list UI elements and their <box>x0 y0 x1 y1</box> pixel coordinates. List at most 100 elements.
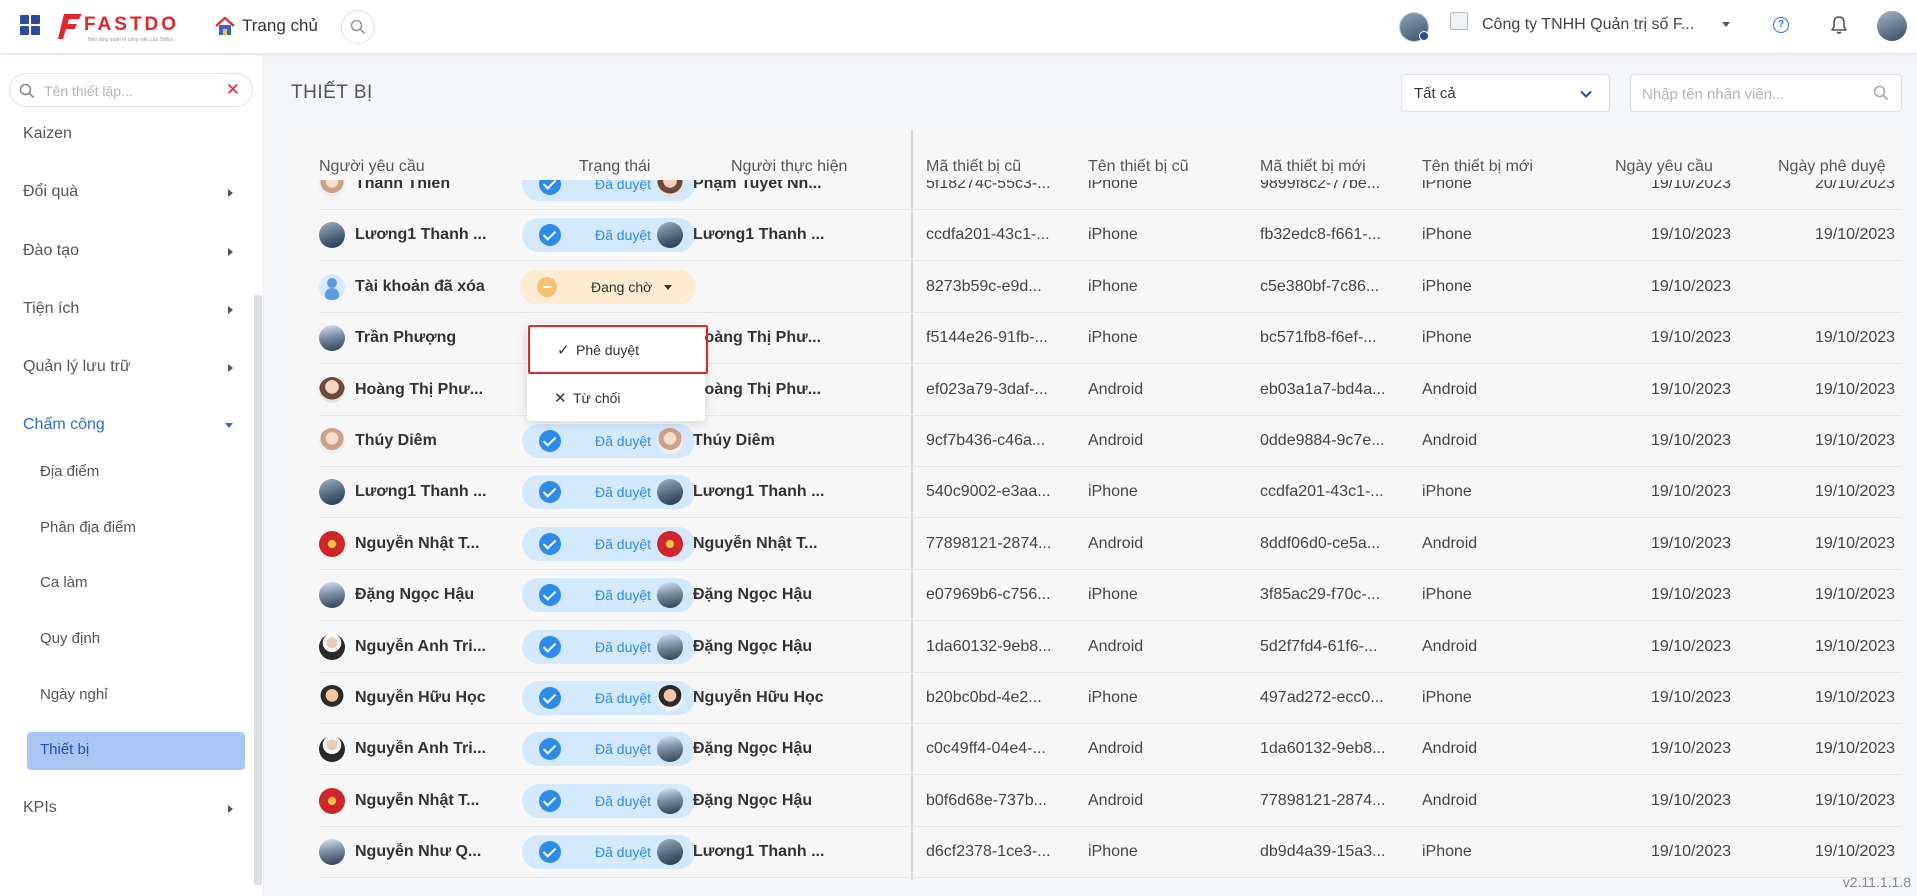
executor-name[interactable]: Đặng Ngọc Hậu <box>693 638 838 656</box>
table-row[interactable]: Thành Thiên Đã duyệt Phạm Tuyết Nh... 5f182… <box>319 180 1902 210</box>
requester-name[interactable]: Nguyễn Nhật T... <box>355 792 495 810</box>
requester-avatar <box>319 685 345 711</box>
executor-name[interactable]: Hoàng Thị Phư... <box>693 381 838 399</box>
sidebar-item-kaizen[interactable]: Kaizen <box>23 122 233 146</box>
column-header[interactable]: Tên thiết bị mới <box>1422 158 1533 176</box>
chevron-right-icon <box>228 306 233 314</box>
column-header[interactable]: Ngày phê duyệ <box>1778 158 1886 176</box>
old-device-name: Android <box>1088 740 1144 758</box>
sidebar-item-doi-qua[interactable]: Đổi quà <box>23 180 233 204</box>
sidebar-subitem-ca-lam[interactable]: Ca làm <box>40 572 88 594</box>
status-filter-select[interactable]: Tất cả <box>1401 74 1610 112</box>
requester-avatar <box>319 180 345 197</box>
table-row[interactable]: Đặng Ngọc Hậu Đã duyệt Đặng Ngọc Hậu e07969… <box>319 570 1902 622</box>
table-row[interactable]: Nguyễn Anh Tri... Đã duyệt Đặng Ngọc Hậu c0… <box>319 724 1902 776</box>
sidebar-subitem-ngay-nghi[interactable]: Ngày nghỉ <box>40 684 108 706</box>
old-device-code: 5f18274c-55c3-... <box>926 180 1051 192</box>
sidebar-item-label: Kaizen <box>23 125 72 142</box>
column-header[interactable]: Người yêu cầu <box>319 158 425 176</box>
notification-bell-icon[interactable] <box>1830 15 1848 35</box>
status-text: Đang chờ <box>591 278 653 295</box>
sidebar-subitem-thiet-bi[interactable]: Thiết bị <box>27 732 245 770</box>
sidebar-search-input[interactable] <box>44 81 224 101</box>
executor-name[interactable]: Nguyễn Nhật T... <box>693 535 838 553</box>
clear-search-icon[interactable]: ✕ <box>226 81 240 99</box>
requester-name[interactable]: Nguyễn Anh Tri... <box>355 740 495 758</box>
sidebar-subitem-dia-diem[interactable]: Địa điểm <box>40 461 99 483</box>
reject-menu-item[interactable]: ✕ Từ chối <box>527 380 705 420</box>
sidebar-item-quan-ly-luu-tru[interactable]: Quản lý lưu trữ <box>23 355 233 379</box>
sidebar-item-kpis[interactable]: KPIs <box>23 796 233 820</box>
new-device-name: Android <box>1422 432 1478 449</box>
column-header[interactable]: Ngày yêu cầu <box>1615 158 1713 176</box>
sidebar-item-tien-ich[interactable]: Tiện ích <box>23 297 233 321</box>
sidebar-item-dao-tao[interactable]: Đào tạo <box>23 239 233 263</box>
company-dropdown-caret-icon[interactable] <box>1722 22 1730 27</box>
executor-name[interactable]: Lương1 Thanh ... <box>693 226 838 244</box>
executor-name[interactable]: Lương1 Thanh ... <box>693 843 838 861</box>
table-row[interactable]: Nguyễn Nhật T... Đã duyệt Đặng Ngọc Hậu b0f… <box>319 776 1902 827</box>
requester-name[interactable]: Lương1 Thanh ... <box>355 483 495 501</box>
table-row[interactable]: Nguyễn Nhật T... Đã duyệt Nguyễn Nhật T...… <box>319 519 1902 570</box>
requester-name[interactable]: Nguyễn Hữu Học <box>355 689 495 707</box>
executor-name[interactable]: Hoàng Thị Phư... <box>693 329 838 347</box>
sidebar-search: ✕ <box>9 73 253 107</box>
old-device-code: c0c49ff4-04e4-... <box>926 740 1046 758</box>
help-icon[interactable]: ? <box>1773 17 1789 33</box>
executor-name[interactable]: Phạm Tuyết Nh... <box>693 180 838 193</box>
request-date: 19/10/2023 <box>1651 483 1732 501</box>
request-date: 19/10/2023 <box>1651 277 1732 295</box>
table-row[interactable]: Nguyễn Hữu Học Đã duyệt Nguyễn Hữu Học b20b… <box>319 673 1902 724</box>
requester-name[interactable]: Hoàng Thị Phư... <box>355 381 495 399</box>
executor-avatar <box>657 787 683 814</box>
executor-name[interactable]: Đặng Ngọc Hậu <box>693 792 838 810</box>
home-link[interactable]: Trang chủ <box>214 13 318 39</box>
requester-name[interactable]: Tài khoản đã xóa <box>355 278 495 296</box>
check-circle-icon <box>539 532 561 555</box>
table-row[interactable]: Thúy Diêm Đã duyệt Thúy Diêm 9cf7b436-c46a.… <box>319 416 1902 467</box>
table-row[interactable]: Lương1 Thanh ... Đã duyệt Lương1 Thanh ...… <box>319 467 1902 519</box>
table-row[interactable]: Tài khoản đã xóa Đang chờ 8273b59c-e9d... i… <box>319 262 1902 313</box>
old-device-name: iPhone <box>1088 180 1138 192</box>
column-header[interactable]: Trạng thái <box>579 158 650 176</box>
caret-down-icon <box>664 284 672 290</box>
executor-name[interactable]: Đặng Ngọc Hậu <box>693 740 838 758</box>
column-header[interactable]: Mã thiết bị cũ <box>926 158 1021 176</box>
executor-name[interactable]: Thúy Diêm <box>693 432 838 450</box>
table-row[interactable]: Lương1 Thanh ... Đã duyệt Lương1 Thanh ...… <box>319 210 1902 262</box>
sidebar-subitem-quy-dinh[interactable]: Quy định <box>40 628 100 650</box>
online-user-avatar[interactable] <box>1399 12 1429 42</box>
user-avatar[interactable] <box>1877 11 1907 41</box>
status-text: Đã duyệt <box>595 535 652 552</box>
sidebar-scrollbar[interactable] <box>254 295 262 885</box>
requester-name[interactable]: Nguyễn Như Q... <box>355 843 495 861</box>
requester-name[interactable]: Trần Phượng <box>355 329 495 347</box>
global-search-button[interactable] <box>341 10 375 44</box>
requester-name[interactable]: Thành Thiên <box>355 180 495 193</box>
column-header[interactable]: Người thực hiện <box>731 158 847 176</box>
approve-menu-item[interactable]: ✓ Phê duyệt <box>528 325 708 374</box>
employee-search-input[interactable] <box>1642 84 1862 104</box>
search-icon[interactable] <box>1873 85 1889 101</box>
table-row[interactable]: Nguyễn Anh Tri... Đã duyệt Đặng Ngọc Hậu 1d… <box>319 622 1902 673</box>
requester-avatar <box>319 273 345 300</box>
table-row[interactable]: Nguyễn Như Q... Đã duyệt Lương1 Thanh ... d… <box>319 827 1902 879</box>
status-dropdown[interactable]: Đang chờ <box>520 269 696 304</box>
sidebar-item-label: Quản lý lưu trữ <box>23 358 131 375</box>
requester-name[interactable]: Lương1 Thanh ... <box>355 226 495 244</box>
executor-name[interactable]: Nguyễn Hữu Học <box>693 689 838 707</box>
column-header[interactable]: Mã thiết bị mới <box>1260 158 1366 176</box>
company-name[interactable]: Công ty TNHH Quản trị số F... <box>1482 16 1712 34</box>
requester-name[interactable]: Đặng Ngọc Hậu <box>355 586 495 604</box>
apps-grid-icon[interactable] <box>20 15 40 35</box>
requester-name[interactable]: Thúy Diêm <box>355 432 495 450</box>
approval-date: 19/10/2023 <box>1815 637 1896 655</box>
requester-name[interactable]: Nguyễn Anh Tri... <box>355 638 495 656</box>
sidebar-subitem-phan-dia-diem[interactable]: Phân địa điểm <box>40 517 136 539</box>
requester-name[interactable]: Nguyễn Nhật T... <box>355 535 495 553</box>
executor-name[interactable]: Lương1 Thanh ... <box>693 483 838 501</box>
column-header[interactable]: Tên thiết bị cũ <box>1088 158 1189 176</box>
executor-name[interactable]: Đặng Ngọc Hậu <box>693 586 838 604</box>
old-device-name: iPhone <box>1088 689 1138 706</box>
sidebar-item-cham-cong[interactable]: Chấm công <box>23 413 233 437</box>
